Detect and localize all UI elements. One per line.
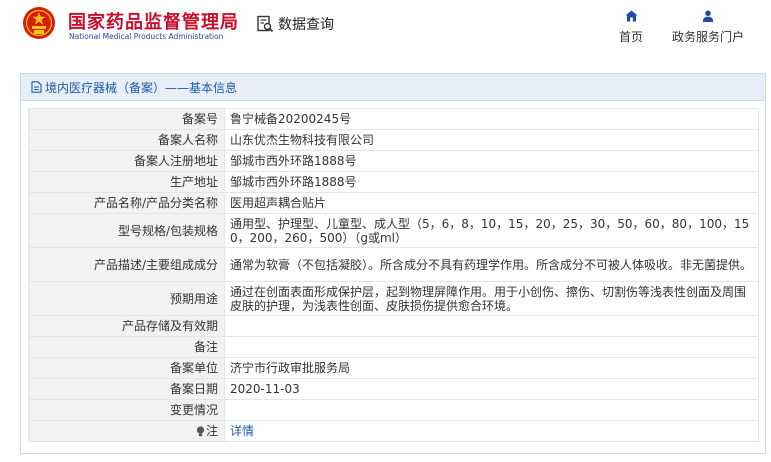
table-row: 备案人注册地址 邹城市西外环路1888号 (28, 150, 759, 172)
row-value: 山东优杰生物科技有限公司 (224, 129, 759, 151)
row-label: 生产地址 (28, 171, 225, 193)
data-query-label: 数据查询 (278, 17, 334, 33)
table-row: 备案日期 2020-11-03 (28, 378, 759, 400)
panel-header: 境内医疗器械（备案）——基本信息 (21, 74, 765, 101)
table-row: 备案单位 济宁市行政审批服务局 (28, 357, 759, 379)
row-label: 备案人名称 (28, 129, 225, 151)
row-value (224, 336, 759, 358)
lightbulb-icon (196, 426, 205, 437)
row-value: 2020-11-03 (224, 378, 759, 400)
table-row: 产品名称/产品分类名称 医用超声耦合贴片 (28, 192, 759, 214)
row-label: 变更情况 (28, 399, 225, 421)
row-label: 型号规格/包装规格 (28, 213, 225, 248)
row-label: 产品描述/主要组成成分 (28, 247, 225, 282)
row-value: 通过在创面表面形成保护层，起到物理屏障作用。用于小创伤、擦伤、切割伤等浅表性创面… (224, 281, 759, 316)
table-row: 备注 (28, 336, 759, 358)
row-value (224, 315, 759, 337)
row-value: 邹城市西外环路1888号 (224, 171, 759, 193)
row-value (224, 399, 759, 421)
table-row: 注 详情 (28, 420, 759, 442)
document-icon (31, 81, 42, 93)
nav-gov-portal[interactable]: 政务服务门户 (670, 10, 746, 45)
details-link[interactable]: 详情 (230, 424, 254, 438)
nav-home-label: 首页 (618, 30, 643, 44)
row-label: 备案日期 (28, 378, 225, 400)
row-label: 备案人注册地址 (28, 150, 225, 172)
nav-home[interactable]: 首页 (616, 10, 646, 45)
row-label: 备案单位 (28, 357, 225, 379)
row-label: 产品名称/产品分类名称 (28, 192, 225, 214)
row-value: 济宁市行政审批服务局 (224, 357, 759, 379)
row-label: 产品存储及有效期 (28, 315, 225, 337)
table-row: 型号规格/包装规格 通用型、护理型、儿童型、成人型（5，6，8，10，15，20… (28, 213, 759, 248)
national-emblem-icon (23, 7, 55, 39)
site-header: 国家药品监督管理局 National Medical Products Admi… (0, 0, 771, 52)
row-value: 鲁宁械备20200245号 (224, 108, 759, 130)
document-search-icon (257, 15, 274, 33)
table-row: 备案号 鲁宁械备20200245号 (28, 108, 759, 130)
user-icon (702, 10, 714, 22)
note-label: 注 (205, 424, 218, 438)
record-panel: 境内医疗器械（备案）——基本信息 备案号 鲁宁械备20200245号 备案人名称… (20, 73, 766, 454)
record-table: 备案号 鲁宁械备20200245号 备案人名称 山东优杰生物科技有限公司 备案人… (28, 108, 759, 442)
table-row: 备案人名称 山东优杰生物科技有限公司 (28, 129, 759, 151)
panel-title: 境内医疗器械（备案）——基本信息 (45, 80, 238, 95)
row-value: 通常为软膏（不包括凝胶）。所含成分不具有药理学作用。所含成分不可被人体吸收。非无… (224, 247, 759, 282)
table-row: 生产地址 邹城市西外环路1888号 (28, 171, 759, 193)
table-row: 预期用途 通过在创面表面形成保护层，起到物理屏障作用。用于小创伤、擦伤、切割伤等… (28, 281, 759, 316)
nav-gov-label: 政务服务门户 (671, 30, 744, 44)
row-label: 备案号 (28, 108, 225, 130)
home-icon (625, 10, 637, 22)
table-row: 产品描述/主要组成成分 通常为软膏（不包括凝胶）。所含成分不具有药理学作用。所含… (28, 247, 759, 282)
row-value: 详情 (224, 420, 759, 442)
row-label: 预期用途 (28, 281, 225, 316)
table-row: 变更情况 (28, 399, 759, 421)
table-row: 产品存储及有效期 (28, 315, 759, 337)
data-query-link[interactable]: 数据查询 (256, 14, 334, 34)
row-value: 医用超声耦合贴片 (224, 192, 759, 214)
row-value: 通用型、护理型、儿童型、成人型（5，6，8，10，15，20，25，30，50，… (224, 213, 759, 248)
row-value: 邹城市西外环路1888号 (224, 150, 759, 172)
site-title: 国家药品监督管理局 (68, 12, 239, 33)
row-label-note: 注 (28, 420, 225, 442)
row-label: 备注 (28, 336, 225, 358)
site-title-en: National Medical Products Administration (69, 32, 224, 41)
